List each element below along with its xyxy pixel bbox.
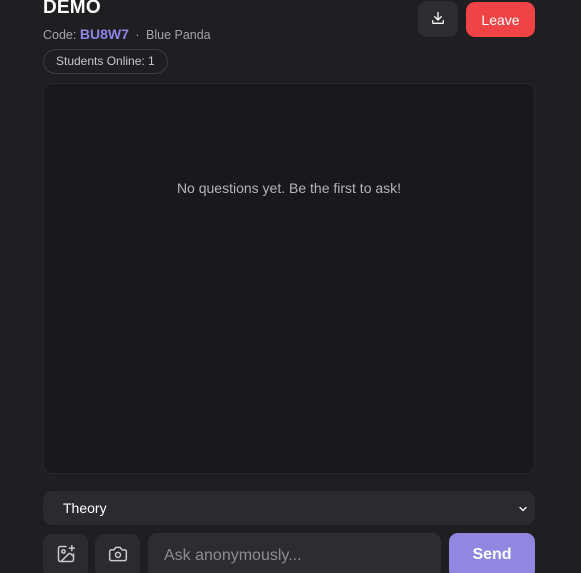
ask-input[interactable] [148, 533, 441, 573]
code-label: Code: [43, 28, 77, 42]
chevron-down-icon [517, 502, 529, 520]
room-code: BU8W7 [79, 26, 129, 42]
camera-button[interactable] [95, 534, 140, 573]
category-value: Theory [63, 500, 107, 516]
attach-image-button[interactable] [43, 534, 88, 573]
room-title: DEMO [43, 0, 101, 18]
questions-panel: No questions yet. Be the first to ask! [43, 83, 535, 474]
image-plus-icon [56, 544, 76, 569]
send-button[interactable]: Send [449, 533, 535, 573]
leave-button[interactable]: Leave [466, 2, 535, 37]
category-select[interactable]: Theory [43, 491, 535, 525]
camera-icon [108, 544, 128, 569]
download-icon [430, 10, 446, 29]
room-meta: Code: BU8W7 · Blue Panda [43, 26, 211, 42]
download-button[interactable] [418, 1, 458, 37]
students-online-badge: Students Online: 1 [43, 49, 168, 74]
empty-questions-message: No questions yet. Be the first to ask! [176, 180, 402, 196]
meta-separator: · [135, 28, 140, 42]
student-alias: Blue Panda [146, 28, 211, 42]
classroom-page: DEMO Code: BU8W7 · Blue Panda Students O… [0, 0, 581, 573]
